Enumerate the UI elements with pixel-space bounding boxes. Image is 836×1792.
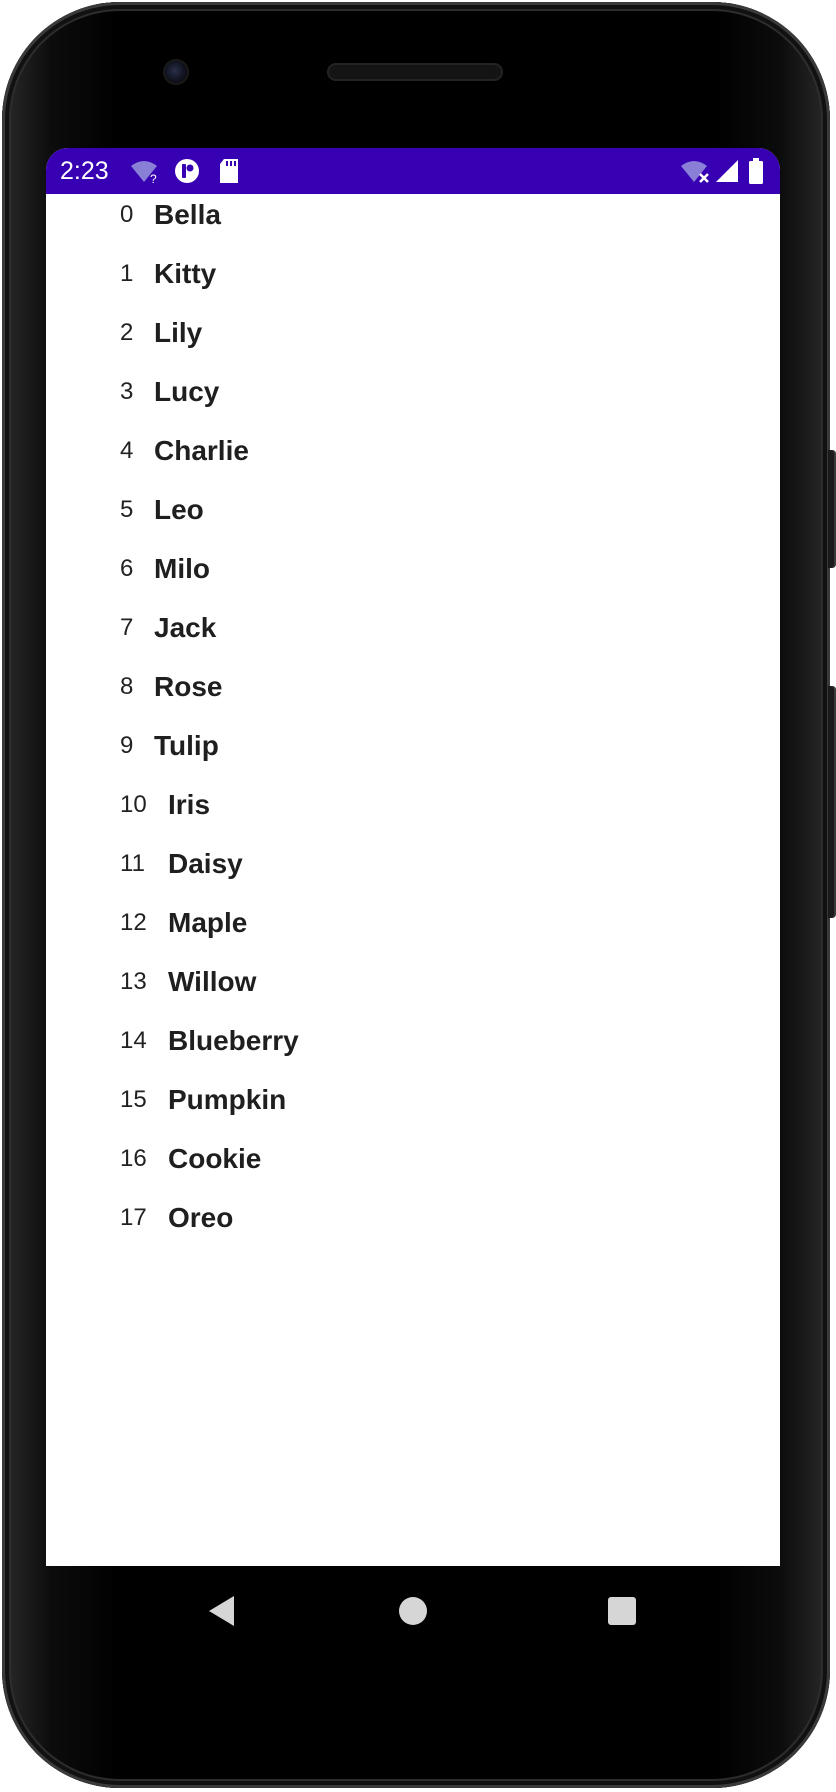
wifi-unknown-icon: ?: [131, 161, 157, 184]
list-item-index: 1: [120, 260, 134, 287]
front-camera: [165, 61, 187, 83]
list-item-name: Daisy: [168, 848, 243, 879]
recents-icon[interactable]: [597, 1586, 647, 1636]
list-item-name: Bella: [154, 199, 221, 230]
list-item-index: 10: [120, 791, 147, 818]
list-item-name: Tulip: [154, 730, 219, 761]
list-item[interactable]: 10 Iris: [46, 789, 780, 849]
earpiece-speaker: [327, 63, 503, 81]
list-item[interactable]: 13 Willow: [46, 966, 780, 1026]
back-icon[interactable]: [198, 1586, 248, 1636]
list-item[interactable]: 8 Rose: [46, 671, 780, 731]
list-item[interactable]: 3 Lucy: [46, 376, 780, 436]
list-item-index: 0: [120, 201, 134, 228]
list-item-name: Leo: [154, 494, 204, 525]
app-notification-icon: [175, 159, 199, 183]
list-item-index: 16: [120, 1145, 147, 1172]
list-item-index: 6: [120, 555, 134, 582]
list-item-name: Lucy: [154, 376, 220, 407]
list-item-index: 11: [120, 850, 145, 877]
list-item-name: Oreo: [168, 1202, 234, 1233]
list-item-index: 2: [120, 319, 134, 346]
list-item[interactable]: 9 Tulip: [46, 730, 780, 790]
list-item-name: Pumpkin: [168, 1084, 287, 1115]
list-item-index: 17: [120, 1204, 147, 1231]
device-frame: 2:23 ? 0 Bella 1 Kitty 2 Lily 3 Lucy 4 C…: [0, 0, 836, 1792]
list-item-name: Lily: [154, 317, 203, 348]
list-item-name: Iris: [168, 789, 211, 820]
list-item-index: 3: [120, 378, 134, 405]
list-item[interactable]: 1 Kitty: [46, 258, 780, 318]
list-item[interactable]: 7 Jack: [46, 612, 780, 672]
cell-signal-icon: [716, 160, 738, 182]
list-item-index: 15: [120, 1086, 147, 1113]
list-item-name: Milo: [154, 553, 210, 584]
list-item-name: Willow: [168, 966, 257, 997]
status-bar: 2:23 ?: [46, 148, 780, 194]
list-item[interactable]: 16 Cookie: [46, 1143, 780, 1203]
screen: 2:23 ? 0 Bella 1 Kitty 2 Lily 3 Lucy 4 C…: [46, 148, 780, 1566]
list-item-index: 8: [120, 673, 134, 700]
wifi-off-icon: [681, 161, 709, 183]
list-item-name: Maple: [168, 907, 248, 938]
list-item-index: 5: [120, 496, 134, 523]
power-button: [828, 450, 836, 568]
list-item-name: Cookie: [168, 1143, 262, 1174]
home-icon[interactable]: [388, 1586, 438, 1636]
list-item-index: 13: [120, 968, 147, 995]
list-item-index: 12: [120, 909, 147, 936]
list-item-name: Blueberry: [168, 1025, 299, 1056]
navigation-bar: [46, 1566, 780, 1656]
sd-card-icon: [220, 159, 238, 183]
list-item-index: 14: [120, 1027, 147, 1054]
list-item-name: Rose: [154, 671, 223, 702]
list-item[interactable]: 15 Pumpkin: [46, 1084, 780, 1144]
list-item[interactable]: 5 Leo: [46, 494, 780, 554]
svg-text:?: ?: [150, 172, 157, 184]
list-item-index: 4: [120, 437, 134, 464]
list-item[interactable]: 4 Charlie: [46, 435, 780, 495]
list-item-name: Charlie: [154, 435, 249, 466]
battery-icon: [749, 158, 763, 184]
list-item[interactable]: 11 Daisy: [46, 848, 780, 908]
list-item[interactable]: 2 Lily: [46, 317, 780, 377]
list-item-name: Kitty: [154, 258, 217, 289]
list-item[interactable]: 17 Oreo: [46, 1202, 780, 1262]
list-item-index: 9: [120, 732, 134, 759]
list-item[interactable]: 0 Bella: [46, 199, 780, 259]
list-item-index: 7: [120, 614, 134, 641]
list-item-name: Jack: [154, 612, 217, 643]
status-time: 2:23: [60, 157, 109, 185]
volume-button: [828, 686, 836, 918]
list-item[interactable]: 14 Blueberry: [46, 1025, 780, 1085]
list-item[interactable]: 6 Milo: [46, 553, 780, 613]
list-item[interactable]: 12 Maple: [46, 907, 780, 967]
